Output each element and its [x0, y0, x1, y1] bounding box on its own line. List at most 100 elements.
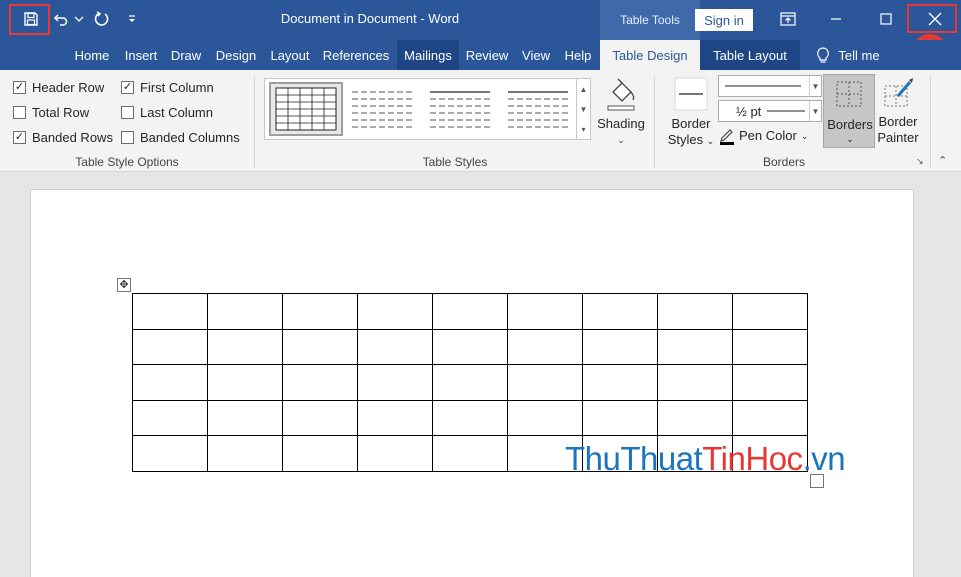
table-style-plain-3[interactable]	[501, 82, 575, 136]
redo-icon[interactable]	[91, 6, 111, 32]
undo-icon[interactable]	[52, 6, 70, 32]
pen-icon	[720, 129, 734, 145]
table-cell[interactable]	[657, 364, 733, 401]
collapse-ribbon-icon[interactable]: ⌃	[938, 154, 947, 167]
table-cell[interactable]	[507, 399, 583, 437]
sign-in-button[interactable]: Sign in	[695, 9, 753, 31]
table-cell[interactable]	[207, 364, 283, 401]
table-cell[interactable]	[432, 364, 508, 401]
tab-insert[interactable]: Insert	[118, 40, 164, 70]
tab-references[interactable]: References	[316, 40, 396, 70]
table-tools-label: Table Tools	[600, 0, 700, 40]
table-cell[interactable]	[132, 293, 208, 330]
first-column-checkbox[interactable]: ✓ First Column	[121, 80, 214, 95]
checkbox-label: Last Column	[140, 105, 213, 120]
table-cell[interactable]	[732, 293, 808, 330]
shading-button[interactable]: Shading ⌄	[594, 76, 648, 148]
table-cell[interactable]	[432, 399, 508, 437]
table-style-plain-2[interactable]	[423, 82, 497, 136]
table-cell[interactable]	[282, 328, 358, 366]
tab-table-layout[interactable]: Table Layout	[700, 40, 800, 70]
gallery-scroll[interactable]: ▲ ▼ ▾	[577, 78, 591, 140]
dialog-launcher-icon[interactable]: ↘	[916, 156, 924, 167]
chevron-down-icon: ⌄	[800, 131, 809, 141]
header-row-checkbox[interactable]: ✓ Header Row	[13, 80, 104, 95]
table-cell[interactable]	[132, 364, 208, 401]
last-column-checkbox[interactable]: Last Column	[121, 105, 213, 120]
table-cell[interactable]	[582, 364, 658, 401]
borders-button[interactable]: Borders ⌄	[823, 74, 875, 148]
minimize-icon[interactable]	[814, 2, 858, 36]
tab-draw[interactable]: Draw	[164, 40, 208, 70]
table-cell[interactable]	[507, 328, 583, 366]
table-cell[interactable]	[432, 293, 508, 330]
scrollbar-area[interactable]	[940, 172, 961, 577]
table-cell[interactable]	[207, 435, 283, 472]
table-cell[interactable]	[657, 293, 733, 330]
border-painter-button[interactable]: Border Painter	[876, 76, 920, 146]
table-cell[interactable]	[357, 435, 433, 472]
table-cell[interactable]	[657, 328, 733, 366]
tab-view[interactable]: View	[515, 40, 557, 70]
table-move-handle-icon[interactable]: ✥	[117, 278, 131, 292]
pen-color-button[interactable]: Pen Color ⌄	[719, 127, 808, 145]
tab-table-design[interactable]: Table Design	[600, 40, 700, 70]
table-cell[interactable]	[732, 399, 808, 437]
tab-layout[interactable]: Layout	[264, 40, 316, 70]
checkbox-box	[121, 131, 134, 144]
checkbox-box	[121, 106, 134, 119]
line-weight-dropdown[interactable]: ½ pt ▼	[718, 100, 822, 122]
group-divider	[930, 76, 931, 168]
banded-rows-checkbox[interactable]: ✓ Banded Rows	[13, 130, 113, 145]
gallery-up-icon[interactable]: ▲	[580, 85, 588, 94]
table-cell[interactable]	[507, 293, 583, 330]
table-row	[132, 364, 808, 401]
total-row-checkbox[interactable]: Total Row	[13, 105, 89, 120]
table-cell[interactable]	[582, 399, 658, 437]
table-cell[interactable]	[657, 399, 733, 437]
table-cell[interactable]	[132, 328, 208, 366]
tab-help[interactable]: Help	[557, 40, 599, 70]
undo-dropdown-icon[interactable]	[72, 6, 86, 32]
table-cell[interactable]	[732, 364, 808, 401]
line-style-dropdown[interactable]: ▼	[718, 75, 822, 97]
table-cell[interactable]	[582, 328, 658, 366]
tab-design[interactable]: Design	[208, 40, 264, 70]
border-styles-button[interactable]: Border Styles ⌄	[666, 76, 716, 149]
table-cell[interactable]	[207, 399, 283, 437]
pen-color-label: Pen Color	[739, 128, 797, 143]
table-cell[interactable]	[732, 328, 808, 366]
ribbon-display-options-icon[interactable]	[766, 2, 810, 36]
table-cell[interactable]	[357, 399, 433, 437]
table-cell[interactable]	[357, 293, 433, 330]
table-cell[interactable]	[282, 399, 358, 437]
table-cell[interactable]	[432, 328, 508, 366]
table-cell[interactable]	[357, 364, 433, 401]
tab-review[interactable]: Review	[459, 40, 515, 70]
gallery-more-icon[interactable]: ▾	[581, 125, 585, 134]
table-cell[interactable]	[282, 364, 358, 401]
table-cell[interactable]	[132, 399, 208, 437]
border-painter-label-2: Painter	[877, 130, 919, 145]
tell-me-label: Tell me	[838, 47, 880, 63]
maximize-icon[interactable]	[864, 2, 908, 36]
table-style-grid[interactable]	[269, 82, 343, 136]
table-cell[interactable]	[357, 328, 433, 366]
table-cell[interactable]	[507, 364, 583, 401]
table-cell[interactable]	[282, 435, 358, 472]
table-cell[interactable]	[282, 293, 358, 330]
tab-home[interactable]: Home	[66, 40, 118, 70]
table-cell[interactable]	[432, 435, 508, 472]
customize-qat-icon[interactable]	[124, 6, 140, 32]
table-cell[interactable]	[207, 293, 283, 330]
table-cell[interactable]	[207, 328, 283, 366]
banded-columns-checkbox[interactable]: Banded Columns	[121, 130, 240, 145]
border-styles-icon	[674, 77, 708, 111]
lightbulb-icon	[817, 46, 830, 63]
gallery-down-icon[interactable]: ▼	[580, 105, 588, 114]
table-cell[interactable]	[582, 293, 658, 330]
tab-mailings[interactable]: Mailings	[397, 40, 459, 70]
table-cell[interactable]	[132, 435, 208, 472]
tell-me-search[interactable]: Tell me	[806, 40, 890, 70]
table-style-plain-1[interactable]	[345, 82, 419, 136]
